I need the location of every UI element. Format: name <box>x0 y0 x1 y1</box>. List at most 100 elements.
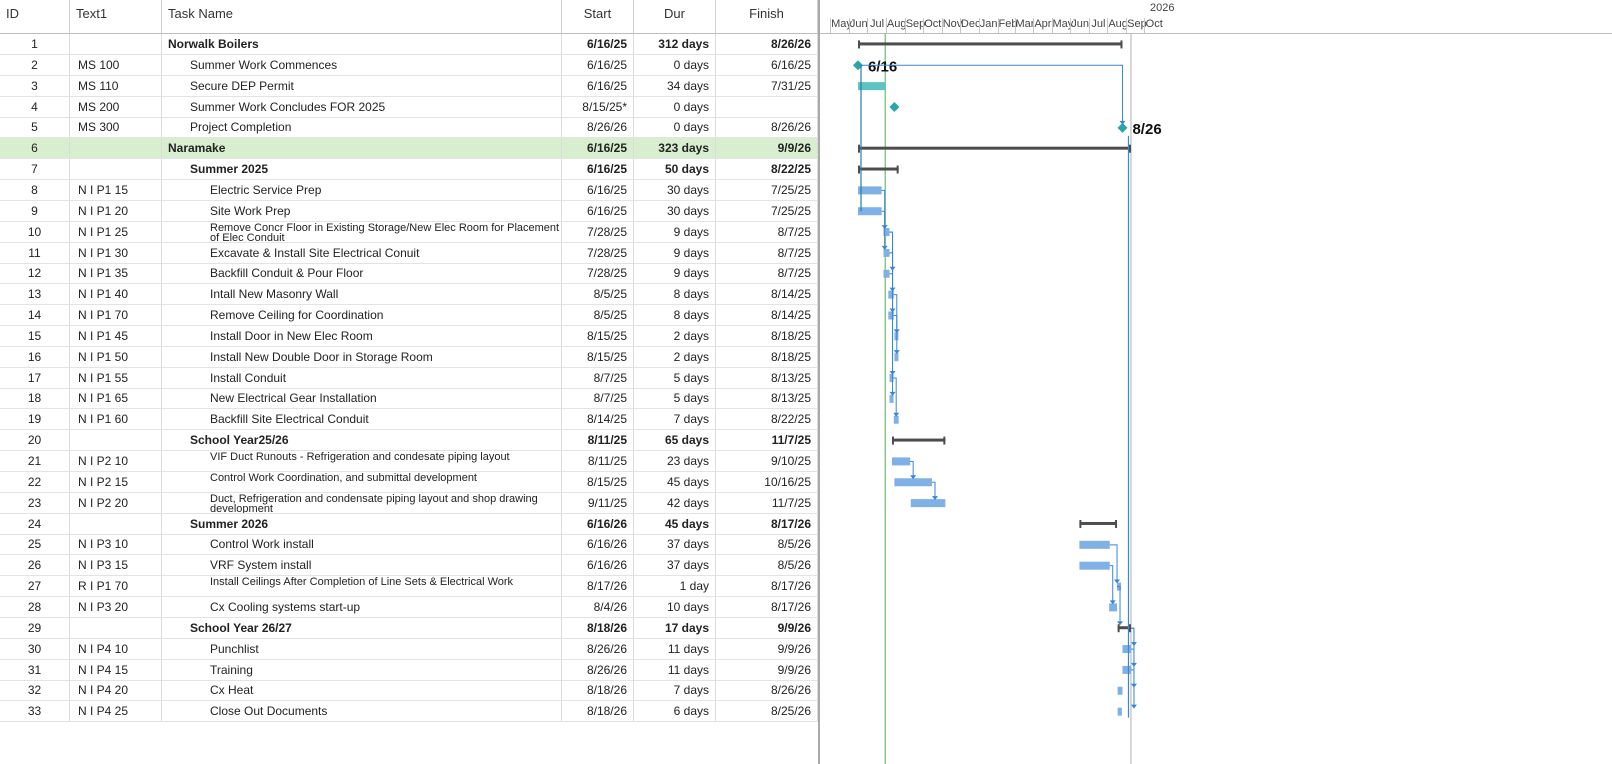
table-row[interactable]: 6 Naramake 6/16/25 323 days 9/9/26 <box>0 138 818 160</box>
cell-duration[interactable]: 9 days <box>634 221 716 242</box>
cell-text1[interactable]: MS 110 <box>70 75 162 96</box>
cell-duration[interactable]: 1 day <box>634 576 716 597</box>
cell-finish[interactable]: 9/9/26 <box>716 659 818 680</box>
table-row[interactable]: 9N I P1 20 Site Work Prep 6/16/25 30 days 7/… <box>0 200 818 222</box>
cell-start[interactable]: 8/18/26 <box>562 680 634 701</box>
cell-duration[interactable]: 312 days <box>634 34 716 54</box>
cell-task-name[interactable]: Remove Ceiling for Coordination <box>162 305 562 326</box>
cell-duration[interactable]: 5 days <box>634 367 716 388</box>
cell-text1[interactable]: N I P2 15 <box>70 471 162 492</box>
cell-task-name[interactable]: School Year 26/27 <box>162 617 562 638</box>
cell-id[interactable]: 3 <box>0 75 70 96</box>
table-row[interactable]: 17 N I P1 55 Install Conduit 8/7/25 5 days 8/… <box>0 367 818 389</box>
cell-id[interactable]: 11 <box>0 242 70 263</box>
cell-task-name[interactable]: Install Conduit <box>162 367 562 388</box>
cell-task-name[interactable]: Summer Work Concludes FOR 2025 <box>162 96 562 117</box>
table-row[interactable]: 1 Norwalk Boilers 6/16/25 312 days 8/26/26 <box>0 34 818 55</box>
cell-text1[interactable]: N I P1 60 <box>70 409 162 430</box>
cell-finish[interactable]: 8/17/26 <box>716 596 818 617</box>
cell-finish[interactable]: 8/25/26 <box>716 701 818 722</box>
cell-finish[interactable]: 7/25/25 <box>716 200 818 221</box>
cell-id[interactable]: 20 <box>0 430 70 451</box>
cell-start[interactable]: 7/28/25 <box>562 242 634 263</box>
table-row[interactable]: 28 N I P3 20 Cx Cooling systems start-up 8/… <box>0 596 818 618</box>
table-row[interactable]: 7 Summer 2025 6/16/25 50 days 8/22/25 <box>0 159 818 181</box>
cell-finish[interactable]: 8/13/25 <box>716 367 818 388</box>
cell-text1[interactable]: N I P1 30 <box>70 242 162 263</box>
cell-task-name[interactable]: Backfill Site Electrical Conduit <box>162 409 562 430</box>
cell-text1[interactable]: N I P4 25 <box>70 701 162 722</box>
cell-duration[interactable]: 65 days <box>634 430 716 451</box>
cell-text1[interactable]: N I P1 65 <box>70 388 162 409</box>
cell-duration[interactable]: 17 days <box>634 617 716 638</box>
cell-duration[interactable]: 5 days <box>634 388 716 409</box>
cell-start[interactable]: 8/15/25* <box>562 96 634 117</box>
cell-start[interactable]: 6/16/26 <box>562 513 634 534</box>
cell-id[interactable]: 31 <box>0 659 70 680</box>
cell-text1[interactable]: N I P4 10 <box>70 638 162 659</box>
cell-duration[interactable]: 2 days <box>634 346 716 367</box>
cell-start[interactable]: 6/16/25 <box>562 75 634 96</box>
cell-text1[interactable]: MS 300 <box>70 117 162 138</box>
table-row[interactable]: 25 N I P3 10 Control Work install 6/16/26 37… <box>0 534 818 556</box>
cell-text1[interactable] <box>70 430 162 451</box>
cell-id[interactable]: 5 <box>0 117 70 138</box>
cell-start[interactable]: 8/7/25 <box>562 388 634 409</box>
cell-task-name[interactable]: Intall New Masonry Wall <box>162 284 562 305</box>
cell-finish[interactable]: 10/16/25 <box>716 471 818 492</box>
cell-finish[interactable]: 8/22/25 <box>716 409 818 430</box>
table-row[interactable]: 3 MS 110 Secure DEP Permit 6/16/25 34 days 7/… <box>0 75 818 97</box>
cell-duration[interactable]: 6 days <box>634 701 716 722</box>
table-row[interactable]: 23 N I P2 20 Duct, Refrigeration and conde… <box>0 492 818 514</box>
cell-task-name[interactable]: Control Work install <box>162 534 562 555</box>
cell-id[interactable]: 4 <box>0 96 70 117</box>
cell-start[interactable]: 6/16/25 <box>562 34 634 54</box>
cell-id[interactable]: 7 <box>0 159 70 180</box>
cell-task-name[interactable]: Electric Service Prep <box>162 179 562 200</box>
cell-text1[interactable]: N I P2 10 <box>70 451 162 471</box>
cell-finish[interactable]: 7/25/25 <box>716 179 818 200</box>
cell-text1[interactable] <box>70 159 162 180</box>
column-header-duration[interactable]: Dur <box>634 0 716 34</box>
cell-text1[interactable]: N I P4 20 <box>70 680 162 701</box>
cell-id[interactable]: 14 <box>0 305 70 326</box>
cell-duration[interactable]: 8 days <box>634 284 716 305</box>
cell-finish[interactable]: 11/7/25 <box>716 430 818 451</box>
cell-duration[interactable]: 11 days <box>634 659 716 680</box>
table-row[interactable]: 24 Summer 2026 6/16/26 45 days 8/17/26 <box>0 513 818 535</box>
table-row[interactable]: 2 MS 100 Summer Work Commences 6/16/25 0 day… <box>0 54 818 76</box>
cell-start[interactable]: 8/14/25 <box>562 409 634 430</box>
cell-finish[interactable]: 8/7/25 <box>716 242 818 263</box>
cell-duration[interactable]: 7 days <box>634 409 716 430</box>
cell-text1[interactable]: MS 200 <box>70 96 162 117</box>
cell-task-name[interactable]: Secure DEP Permit <box>162 75 562 96</box>
table-row[interactable]: 32 N I P4 20 Cx Heat 8/18/26 7 days 8/26/26 <box>0 680 818 702</box>
cell-task-name[interactable]: VRF System install <box>162 555 562 576</box>
cell-task-name[interactable]: Backfill Conduit & Pour Floor <box>162 263 562 284</box>
cell-id[interactable]: 25 <box>0 534 70 555</box>
cell-finish[interactable]: 9/9/26 <box>716 138 818 159</box>
cell-finish[interactable]: 9/10/25 <box>716 451 818 471</box>
cell-task-name[interactable]: New Electrical Gear Installation <box>162 388 562 409</box>
cell-task-name[interactable]: Cx Heat <box>162 680 562 701</box>
cell-duration[interactable]: 23 days <box>634 451 716 471</box>
cell-duration[interactable]: 2 days <box>634 325 716 346</box>
cell-start[interactable]: 6/16/25 <box>562 200 634 221</box>
table-row[interactable]: 14 N I P1 70 Remove Ceiling for Coordinati… <box>0 305 818 327</box>
cell-finish[interactable]: 8/17/26 <box>716 513 818 534</box>
cell-start[interactable]: 6/16/26 <box>562 534 634 555</box>
table-row[interactable]: 21 N I P2 10 VIF Duct Runouts - Refrigerat… <box>0 451 818 472</box>
cell-start[interactable]: 8/15/25 <box>562 471 634 492</box>
cell-finish[interactable]: 11/7/25 <box>716 492 818 513</box>
cell-id[interactable]: 22 <box>0 471 70 492</box>
cell-start[interactable]: 6/16/25 <box>562 179 634 200</box>
cell-task-name[interactable]: Training <box>162 659 562 680</box>
table-row[interactable]: 31 N I P4 15 Training 8/26/26 11 days 9/9/26 <box>0 659 818 681</box>
cell-start[interactable]: 8/7/25 <box>562 367 634 388</box>
cell-id[interactable]: 27 <box>0 576 70 597</box>
cell-duration[interactable]: 9 days <box>634 242 716 263</box>
table-row[interactable]: 16 N I P1 50 Install New Double Door in St… <box>0 346 818 368</box>
cell-text1[interactable]: N I P1 40 <box>70 284 162 305</box>
cell-task-name[interactable]: Summer 2025 <box>162 159 562 180</box>
cell-task-name[interactable]: Project Completion <box>162 117 562 138</box>
